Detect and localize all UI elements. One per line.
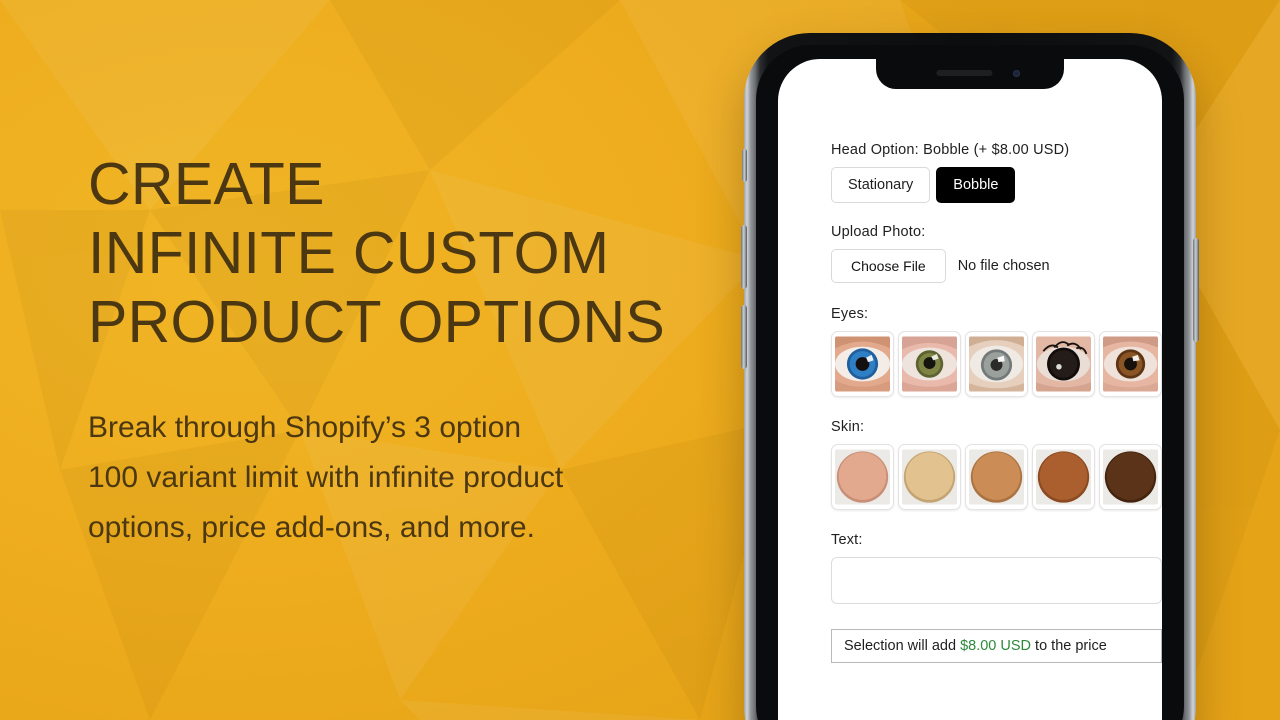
- head-option-stationary[interactable]: Stationary: [831, 167, 931, 203]
- price-notice-suffix: to the price: [1031, 638, 1107, 654]
- eye-swatch-gray[interactable]: [965, 331, 1028, 397]
- volume-up-button[interactable]: [741, 225, 747, 289]
- head-option-group: Stationary Bobble: [831, 167, 1162, 203]
- phone-mockup: Head Option: Bobble (+ $8.00 USD) Statio…: [741, 33, 1199, 720]
- text-field-label: Text:: [831, 532, 863, 548]
- skin-swatch-deep-tan[interactable]: [1032, 444, 1095, 510]
- eye-swatch-blue[interactable]: [831, 331, 894, 397]
- skin-swatch-group: [831, 444, 1162, 510]
- head-option-label: Head Option: Bobble (+ $8.00 USD): [831, 142, 1070, 158]
- power-button[interactable]: [1193, 238, 1199, 342]
- volume-down-button[interactable]: [741, 305, 747, 369]
- eye-swatch-amber-brown[interactable]: [1099, 331, 1162, 397]
- price-notice: Selection will add $8.00 USD to the pric…: [831, 629, 1162, 663]
- file-status-text: No file chosen: [957, 258, 1050, 274]
- phone-screen: Head Option: Bobble (+ $8.00 USD) Statio…: [778, 59, 1162, 720]
- marketing-copy: CREATE INFINITE CUSTOM PRODUCT OPTIONS B…: [88, 150, 728, 553]
- custom-text-input[interactable]: [831, 557, 1162, 604]
- product-options-form: Head Option: Bobble (+ $8.00 USD) Statio…: [831, 59, 1162, 663]
- eye-swatch-green-hazel[interactable]: [898, 331, 961, 397]
- marketing-subcopy: Break through Shopify’s 3 option 100 var…: [88, 411, 564, 544]
- eyes-label: Eyes:: [831, 306, 869, 322]
- upload-photo-label: Upload Photo:: [831, 224, 926, 240]
- skin-swatch-light-beige[interactable]: [898, 444, 961, 510]
- upload-photo-row: Choose File No file chosen: [831, 249, 1162, 283]
- skin-swatch-dark-brown[interactable]: [1099, 444, 1162, 510]
- choose-file-button[interactable]: Choose File: [831, 249, 946, 283]
- eye-swatch-dark-brown[interactable]: [1032, 331, 1095, 397]
- head-option-bobble[interactable]: Bobble: [936, 167, 1016, 203]
- price-notice-prefix: Selection will add: [844, 638, 961, 654]
- skin-label: Skin:: [831, 419, 865, 435]
- price-notice-amount: $8.00 USD: [960, 638, 1032, 654]
- silent-switch-button[interactable]: [742, 149, 747, 182]
- skin-swatch-fair-rose[interactable]: [831, 444, 894, 510]
- skin-swatch-medium-tan[interactable]: [965, 444, 1028, 510]
- page-title: CREATE INFINITE CUSTOM PRODUCT OPTIONS: [88, 151, 666, 355]
- eyes-swatch-group: [831, 331, 1162, 397]
